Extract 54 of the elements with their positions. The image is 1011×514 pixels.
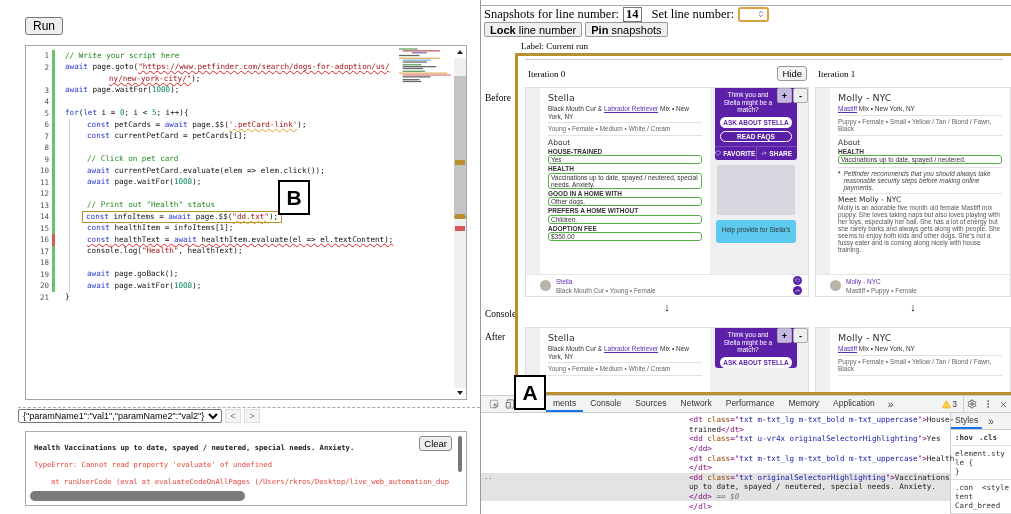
zoom-in-button[interactable]: +	[777, 328, 792, 343]
set-line-label: Set line number:	[651, 6, 735, 22]
lock-line-button[interactable]: Lock line number	[484, 22, 583, 37]
devtools-tab[interactable]: Console	[583, 396, 629, 412]
hide-button[interactable]: Hide	[777, 66, 807, 81]
zoom-out-button[interactable]: -	[793, 328, 808, 343]
devtools-tab[interactable]: ments	[546, 396, 584, 412]
heart-icon	[715, 150, 722, 156]
share-icon	[761, 150, 768, 156]
favorite-icon-button[interactable]	[793, 276, 802, 285]
scrollbar-thumb[interactable]	[458, 436, 462, 472]
devtools-tab[interactable]: Application	[826, 396, 882, 412]
pet-name: Molly - NYC	[838, 332, 893, 343]
share-icon-button[interactable]	[793, 286, 802, 295]
line-number-input[interactable]	[738, 6, 770, 22]
photo-placeholder	[540, 280, 551, 291]
down-arrow: ↓	[664, 300, 670, 315]
zoom-in-button[interactable]: +	[777, 88, 792, 103]
inspect-icon[interactable]	[489, 399, 499, 409]
row-label: After	[485, 332, 507, 343]
device-icon[interactable]	[505, 399, 515, 409]
warning-count[interactable]: 3	[952, 399, 957, 409]
pet-name: Molly - NYC	[838, 92, 893, 103]
line-number-label: Snapshots for line number:	[484, 6, 620, 22]
iteration-label: Iteration 1	[818, 68, 856, 79]
down-arrow: ↓	[910, 300, 916, 315]
devtools-tab[interactable]: Sources	[628, 396, 674, 412]
more-tabs-button[interactable]: »	[881, 396, 900, 412]
code-editor[interactable]	[25, 45, 467, 400]
params-select[interactable]: {"paramName1":"val1","paramName2":"val2"}	[18, 409, 222, 423]
close-icon[interactable]	[999, 399, 1008, 409]
iteration-label: Iteration 0	[528, 68, 566, 79]
callout-label: A	[514, 375, 546, 410]
row-label: Console	[485, 309, 515, 320]
settings-icon[interactable]	[967, 399, 977, 409]
line-number-value: 14	[623, 6, 642, 22]
clear-button[interactable]: Clear	[419, 436, 452, 451]
row-label: Before	[485, 93, 512, 104]
devtools-tab[interactable]: Performance	[718, 396, 782, 412]
minimap-drawing	[399, 48, 451, 84]
run-button[interactable]: Run	[25, 17, 63, 35]
spinner-arrows-icon[interactable]	[757, 10, 766, 18]
pin-snapshots-button[interactable]: Pin snapshots	[585, 22, 668, 37]
callout-label: B	[278, 180, 310, 215]
devtools-tab[interactable]: Memory	[781, 396, 827, 412]
warning-icon	[942, 399, 952, 409]
more-tabs-button[interactable]: »	[982, 413, 1000, 429]
photo-placeholder	[830, 280, 841, 291]
zoom-out-button[interactable]: -	[793, 88, 808, 103]
scrollbar-thumb[interactable]	[30, 491, 245, 501]
pet-name: Stella	[548, 332, 576, 343]
devtools-tab[interactable]: Network	[673, 396, 719, 412]
run-label: Label: Current run	[521, 41, 589, 53]
pet-name: Stella	[548, 92, 576, 103]
